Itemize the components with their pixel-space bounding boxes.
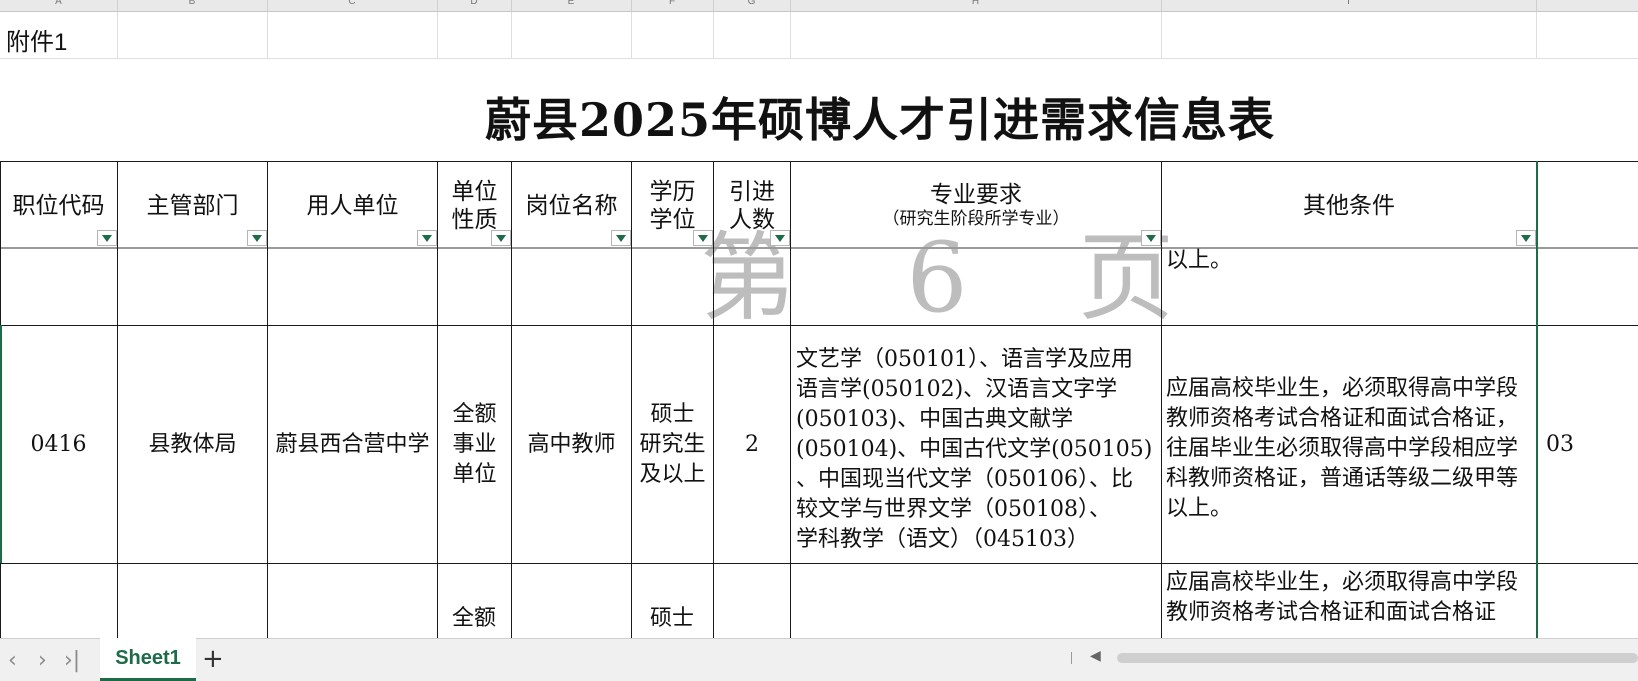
filter-dropdown-icon[interactable] — [491, 230, 511, 246]
header-other-conditions[interactable]: 其他条件 — [1162, 162, 1536, 247]
cell-other-partial[interactable]: 应届高校毕业生，必须取得高中学段 教师资格考试合格证和面试合格证 — [1166, 568, 1534, 628]
gridline — [713, 12, 714, 59]
cell-education[interactable]: 硕士 研究生 及以上 — [632, 326, 713, 563]
other-line: 应届高校毕业生，必须取得高中学段 — [1166, 376, 1519, 401]
column-header-F[interactable]: F — [631, 0, 714, 11]
sheet-title[interactable]: 蔚县2025年硕博人才引进需求信息表 — [0, 84, 1638, 150]
gridline — [437, 12, 438, 59]
column-header-A[interactable]: A — [0, 0, 118, 11]
other-line: 教师资格考试合格证和面试合格证 — [1166, 600, 1497, 625]
header-major[interactable]: 专业要求 （研究生阶段所学专业） — [791, 162, 1161, 247]
unit-nature-line: 全额 — [452, 401, 497, 427]
unit-nature-line: 事业 — [452, 431, 497, 457]
other-line: 应届高校毕业生，必须取得高中学段 — [1166, 570, 1519, 595]
header-education-line1: 学历 — [649, 177, 696, 204]
add-sheet-button[interactable]: + — [202, 644, 224, 674]
cell-unit-nature-partial[interactable]: 全额 — [452, 600, 496, 632]
other-line: 科教师资格证，普通话等级二级甲等 — [1166, 466, 1519, 491]
column-header-D[interactable]: D — [437, 0, 512, 11]
cell-education-partial[interactable]: 硕士 — [650, 600, 694, 632]
major-line: 学科教学（语文）（045103） — [796, 527, 1089, 552]
freeze-pane-line — [0, 247, 1638, 249]
header-department[interactable]: 主管部门 — [118, 162, 267, 247]
gridline — [631, 12, 632, 59]
column-header-strip: ABCDEFGHI — [0, 0, 1638, 12]
header-unit-nature-line2: 性质 — [451, 205, 498, 232]
header-major-main: 专业要求 — [930, 180, 1022, 207]
filter-dropdown-icon[interactable] — [1141, 230, 1161, 246]
column-header-G[interactable]: G — [713, 0, 791, 11]
cell-next-column-code[interactable]: 03 — [1546, 432, 1574, 457]
filter-dropdown-icon[interactable] — [693, 230, 713, 246]
scrollbar-divider — [1071, 652, 1072, 664]
table-border — [0, 563, 1638, 564]
next-sheet-button[interactable]: › — [38, 648, 47, 673]
filter-dropdown-icon[interactable] — [247, 230, 267, 246]
header-employer[interactable]: 用人单位 — [268, 162, 437, 247]
filter-dropdown-icon[interactable] — [770, 230, 790, 246]
unit-nature-line: 单位 — [452, 461, 497, 487]
last-sheet-button[interactable]: ›| — [64, 648, 80, 673]
major-line: 语言学(050102)、汉语言文字学 — [796, 377, 1118, 402]
horizontal-scrollbar[interactable] — [1117, 653, 1638, 663]
filter-dropdown-icon[interactable] — [417, 230, 437, 246]
cell-headcount[interactable]: 2 — [714, 326, 790, 563]
gridline — [267, 12, 268, 59]
filter-dropdown-icon[interactable] — [611, 230, 631, 246]
education-line: 硕士 — [650, 401, 695, 427]
cell-employer[interactable]: 蔚县西合营中学 — [268, 326, 437, 563]
gridline — [117, 12, 118, 59]
cell-major[interactable]: 文艺学（050101）、语言学及应用 语言学(050102)、汉语言文字学 (0… — [796, 345, 1158, 555]
cell-other-conditions[interactable]: 应届高校毕业生，必须取得高中学段 教师资格考试合格证和面试合格证， 往届毕业生必… — [1166, 374, 1534, 524]
header-major-sub: （研究生阶段所学专业） — [882, 208, 1070, 228]
other-line: 以上。 — [1166, 496, 1233, 521]
other-line: 往届毕业生必须取得高中学段相应学 — [1166, 436, 1519, 461]
header-unit-nature-line1: 单位 — [451, 177, 498, 204]
filter-dropdown-icon[interactable] — [1516, 230, 1536, 246]
major-line: 、中国现当代文学（050106）、比 — [796, 467, 1133, 492]
cell-position-code[interactable]: 0416 — [0, 326, 117, 563]
cell-other-partial[interactable]: 以上。 — [1166, 246, 1232, 276]
cell-unit-nature[interactable]: 全额 事业 单位 — [438, 326, 511, 563]
gridline — [0, 58, 1638, 59]
cell-department[interactable]: 县教体局 — [118, 326, 267, 563]
column-header-H[interactable]: H — [790, 0, 1162, 11]
education-line: 研究生 — [639, 431, 706, 457]
column-header-B[interactable]: B — [117, 0, 268, 11]
gridline — [1536, 12, 1537, 59]
gridline — [511, 12, 512, 59]
scroll-left-icon[interactable]: ◀ — [1090, 648, 1101, 664]
header-education-line2: 学位 — [649, 205, 696, 232]
annex-label[interactable]: 附件1 — [6, 22, 67, 57]
other-line: 教师资格考试合格证和面试合格证， — [1166, 406, 1519, 431]
column-header-E[interactable]: E — [511, 0, 632, 11]
major-line: 文艺学（050101）、语言学及应用 — [796, 347, 1133, 372]
major-line: 较文学与世界文学（050108）、 — [796, 497, 1111, 522]
cell-post-name[interactable]: 高中教师 — [512, 326, 631, 563]
header-headcount-line1: 引进 — [729, 177, 775, 204]
education-line: 及以上 — [639, 461, 706, 487]
column-header-I[interactable]: I — [1161, 0, 1537, 11]
selection-border — [1536, 161, 1538, 638]
major-line: (050103)、中国古典文献学 — [796, 407, 1074, 432]
sheet-tab-sheet1[interactable]: Sheet1 — [100, 638, 196, 681]
header-headcount-line2: 人数 — [729, 205, 775, 232]
prev-sheet-button[interactable]: ‹ — [8, 648, 17, 673]
gridline — [790, 12, 791, 59]
gridline — [1161, 12, 1162, 59]
column-header-C[interactable]: C — [267, 0, 438, 11]
major-line: (050104)、中国古代文学(050105) — [796, 437, 1153, 462]
filter-dropdown-icon[interactable] — [97, 230, 117, 246]
